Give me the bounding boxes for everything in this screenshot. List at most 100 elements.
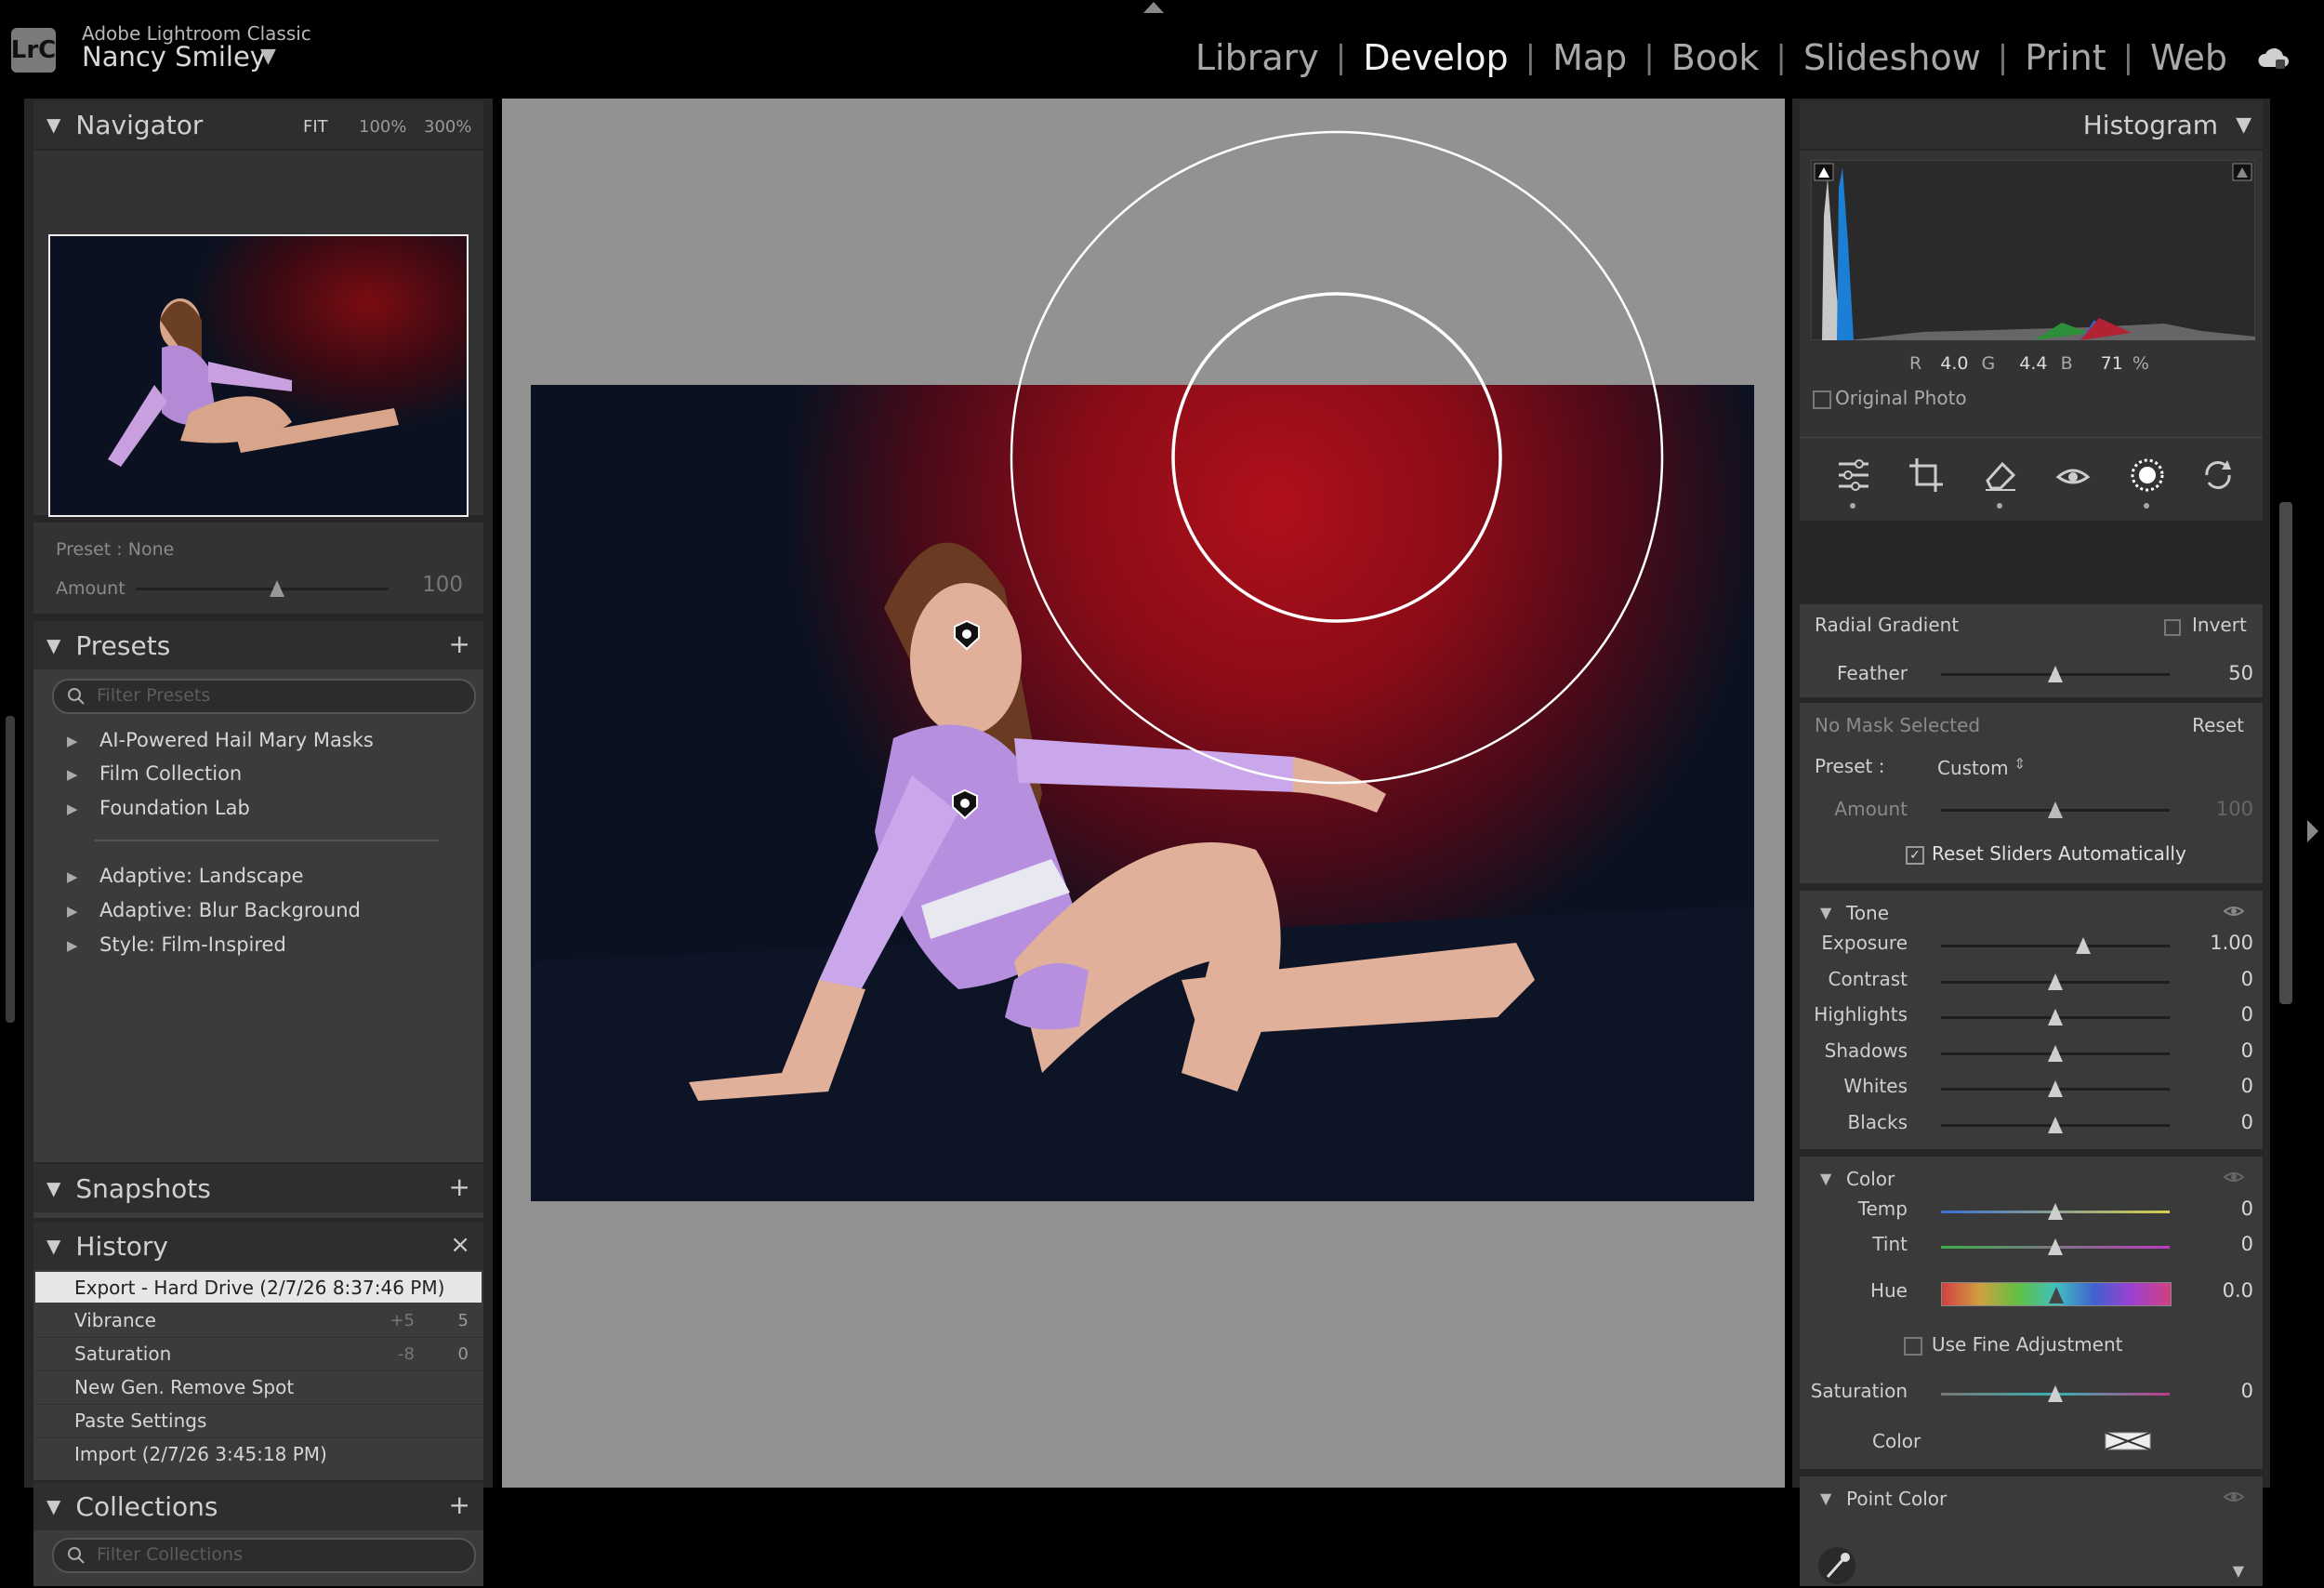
preset-group-item[interactable]: Adaptive: Blur Background <box>99 899 361 921</box>
red-eye-icon[interactable] <box>2054 457 2092 494</box>
navigator-thumbnail[interactable] <box>48 234 469 517</box>
tone-slider-track[interactable] <box>1941 1116 2170 1133</box>
saturation-slider-row[interactable]: Saturation 0 <box>1800 1380 2278 1408</box>
feather-track[interactable] <box>1941 666 2170 682</box>
module-map[interactable]: Map <box>1536 37 1644 78</box>
collapse-triangle-icon[interactable]: ▼ <box>1820 1170 1831 1187</box>
history-header[interactable]: ▼ History × <box>33 1222 483 1270</box>
saturation-knob[interactable] <box>2048 1385 2063 1402</box>
remove-eraser-icon[interactable] <box>1982 457 2019 494</box>
mask-pin-icon[interactable] <box>951 788 979 820</box>
radial-outer-ring[interactable] <box>1010 130 1664 785</box>
history-row[interactable]: Import (2/7/26 3:45:18 PM) <box>35 1439 482 1471</box>
tone-slider-track[interactable] <box>1941 937 2170 954</box>
expand-triangle-icon[interactable]: ▶ <box>67 937 78 954</box>
expand-triangle-icon[interactable]: ▶ <box>67 733 78 749</box>
collapse-triangle-icon[interactable]: ▼ <box>46 113 60 136</box>
expand-triangle-icon[interactable]: ▶ <box>67 903 78 920</box>
collapse-right-panel-icon[interactable] <box>2307 820 2318 842</box>
hue-track[interactable] <box>1941 1282 2172 1306</box>
feather-knob[interactable] <box>2048 666 2063 682</box>
tone-slider-knob[interactable] <box>2075 937 2091 954</box>
filter-presets-input[interactable]: Filter Presets <box>52 679 476 714</box>
zoom-fit[interactable]: FIT <box>303 117 328 137</box>
tone-slider-knob[interactable] <box>2048 1080 2063 1097</box>
hue-slider-row[interactable]: Hue 0.0 <box>1800 1279 2278 1307</box>
mask-amount-knob[interactable] <box>2048 801 2063 818</box>
preset-group-item[interactable]: Foundation Lab <box>99 797 250 819</box>
presets-cycle-icon[interactable] <box>2199 457 2237 494</box>
preset-group-item[interactable]: Style: Film-Inspired <box>99 933 286 956</box>
preset-group-item[interactable]: Film Collection <box>99 762 242 785</box>
zoom-100[interactable]: 100% <box>359 117 406 137</box>
snapshots-header[interactable]: ▼ Snapshots + <box>33 1164 483 1212</box>
collapse-triangle-icon[interactable]: ▼ <box>46 1177 60 1199</box>
history-row[interactable]: Vibrance +5 5 <box>35 1305 482 1338</box>
masking-icon[interactable] <box>2129 457 2166 494</box>
collapse-triangle-icon[interactable]: ▼ <box>1820 904 1831 921</box>
preset-amount-knob[interactable] <box>270 580 285 597</box>
visibility-eye-icon[interactable] <box>2224 904 2244 919</box>
mask-amount-row[interactable]: Amount 100 <box>1800 796 2278 824</box>
tone-slider-row[interactable]: Highlights 0 <box>1800 1003 2278 1031</box>
point-color-expand-icon[interactable]: ▼ <box>2233 1562 2244 1580</box>
collapse-top-panel-icon[interactable] <box>1143 0 1164 13</box>
fine-adjust-checkbox[interactable] <box>1904 1337 1922 1356</box>
collapse-triangle-icon[interactable]: ▼ <box>2236 113 2251 137</box>
collapse-triangle-icon[interactable]: ▼ <box>46 1235 60 1257</box>
expand-triangle-icon[interactable]: ▶ <box>67 766 78 783</box>
tint-track[interactable] <box>1941 1238 2170 1255</box>
collapse-triangle-icon[interactable]: ▼ <box>1820 1489 1831 1507</box>
mask-preset-dropdown[interactable]: Custom <box>1937 757 2009 779</box>
preset-group-item[interactable]: AI-Powered Hail Mary Masks <box>99 729 374 751</box>
clear-history-icon[interactable]: × <box>450 1231 470 1259</box>
cloud-sync-icon[interactable] <box>2257 45 2291 71</box>
module-book[interactable]: Book <box>1655 37 1776 78</box>
tone-slider-row[interactable]: Contrast 0 <box>1800 968 2278 996</box>
temp-track[interactable] <box>1941 1203 2170 1220</box>
tone-slider-row[interactable]: Blacks 0 <box>1800 1111 2278 1139</box>
tone-slider-track[interactable] <box>1941 1009 2170 1026</box>
color-swatch-none[interactable] <box>2105 1432 2151 1450</box>
expand-triangle-icon[interactable]: ▶ <box>67 801 78 817</box>
tone-slider-track[interactable] <box>1941 973 2170 990</box>
tone-slider-row[interactable]: Shadows 0 <box>1800 1039 2278 1067</box>
hue-knob[interactable] <box>2049 1287 2064 1303</box>
tone-slider-knob[interactable] <box>2048 1044 2063 1062</box>
add-collection-icon[interactable]: + <box>449 1489 470 1520</box>
mask-pin-icon[interactable] <box>953 619 981 651</box>
histogram-header[interactable]: Histogram ▼ <box>1800 100 2263 149</box>
feather-slider-row[interactable]: Feather 50 <box>1800 660 2278 688</box>
eyedropper-icon[interactable] <box>1818 1547 1855 1584</box>
module-library[interactable]: Library <box>1179 37 1336 78</box>
tone-slider-row[interactable]: Whites 0 <box>1800 1075 2278 1103</box>
dropdown-arrows-icon[interactable]: ⇕ <box>2014 755 2026 773</box>
history-row-selected[interactable]: Export - Hard Drive (2/7/26 8:37:46 PM) <box>35 1272 482 1303</box>
saturation-track[interactable] <box>1941 1385 2170 1402</box>
history-row[interactable]: Paste Settings <box>35 1406 482 1438</box>
mask-amount-track[interactable] <box>1941 801 2170 818</box>
history-row[interactable]: New Gen. Remove Spot <box>35 1372 482 1405</box>
tone-slider-track[interactable] <box>1941 1080 2170 1097</box>
temp-knob[interactable] <box>2048 1203 2063 1220</box>
user-name[interactable]: Nancy Smiley <box>82 41 266 73</box>
collapse-triangle-icon[interactable]: ▼ <box>46 1495 60 1517</box>
tint-knob[interactable] <box>2048 1238 2063 1255</box>
add-preset-icon[interactable]: + <box>449 629 470 659</box>
preset-group-item[interactable]: Adaptive: Landscape <box>99 865 304 887</box>
navigator-header[interactable]: ▼ Navigator FIT 100% 300% <box>33 100 483 149</box>
preset-amount-slider[interactable] <box>136 580 389 597</box>
original-photo-checkbox[interactable] <box>1813 390 1831 409</box>
add-snapshot-icon[interactable]: + <box>449 1171 470 1202</box>
invert-checkbox[interactable] <box>2164 619 2181 636</box>
tone-slider-knob[interactable] <box>2048 1116 2063 1133</box>
visibility-eye-icon[interactable] <box>2224 1170 2244 1184</box>
tone-slider-track[interactable] <box>1941 1044 2170 1062</box>
temp-slider-row[interactable]: Temp 0 <box>1800 1198 2278 1225</box>
visibility-eye-icon[interactable] <box>2224 1489 2244 1504</box>
history-row[interactable]: Saturation -8 0 <box>35 1339 482 1371</box>
collections-header[interactable]: ▼ Collections + <box>33 1482 483 1530</box>
tint-slider-row[interactable]: Tint 0 <box>1800 1233 2278 1261</box>
expand-triangle-icon[interactable]: ▶ <box>67 868 78 885</box>
histogram-graph[interactable] <box>1811 160 2255 340</box>
